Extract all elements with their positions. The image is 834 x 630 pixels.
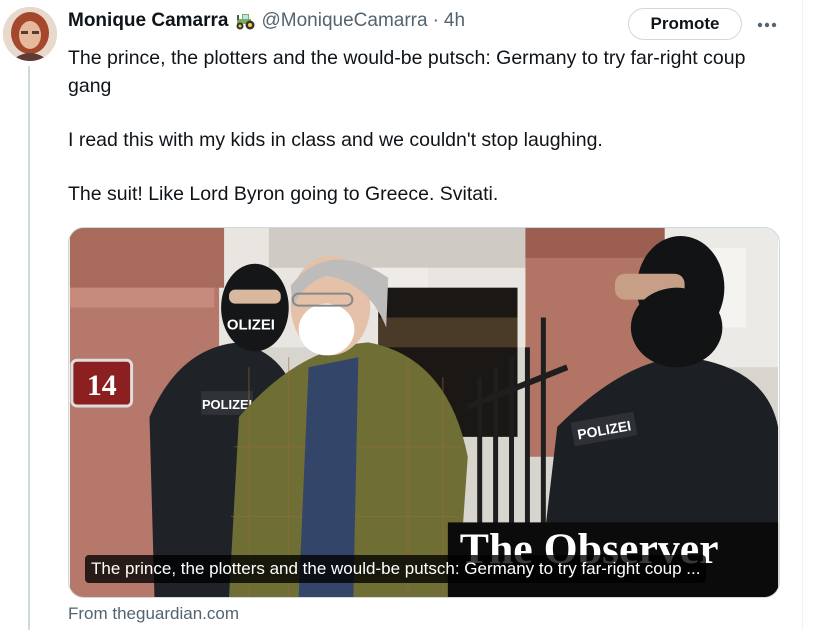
- tweet-text-line: The suit! Like Lord Byron going to Greec…: [68, 183, 499, 205]
- timestamp[interactable]: 4h: [444, 10, 465, 32]
- link-card[interactable]: 14 OLIZEI POLIZEI POLIZEI The Observer T…: [68, 227, 780, 598]
- author-handle[interactable]: @MoniqueCamarra: [261, 10, 427, 32]
- card-photo: 14 OLIZEI POLIZEI POLIZEI The Observer: [69, 228, 779, 597]
- card-caption: The prince, the plotters and the would-b…: [85, 555, 707, 583]
- column-divider: [802, 0, 803, 630]
- tweet-text-line: I read this with my kids in class and we…: [68, 129, 603, 151]
- vest-label-left: POLIZEI: [202, 397, 252, 412]
- promote-button[interactable]: Promote: [628, 8, 742, 40]
- card-source[interactable]: From theguardian.com: [68, 604, 239, 624]
- tweet-header: Monique Camarra @MoniqueCamarra · 4h: [68, 8, 465, 34]
- author-name[interactable]: Monique Camarra: [68, 10, 228, 32]
- more-horizontal-icon[interactable]: [752, 12, 782, 38]
- house-number: 14: [87, 369, 117, 402]
- thread-line: [28, 66, 30, 630]
- tweet-text-line: The prince, the plotters and the would-b…: [68, 47, 746, 97]
- separator-dot: ·: [432, 10, 439, 31]
- tweet-text: The prince, the plotters and the would-b…: [68, 44, 788, 208]
- mask-label: OLIZEI: [227, 317, 275, 333]
- avatar[interactable]: [3, 7, 57, 61]
- tractor-icon: [234, 12, 256, 30]
